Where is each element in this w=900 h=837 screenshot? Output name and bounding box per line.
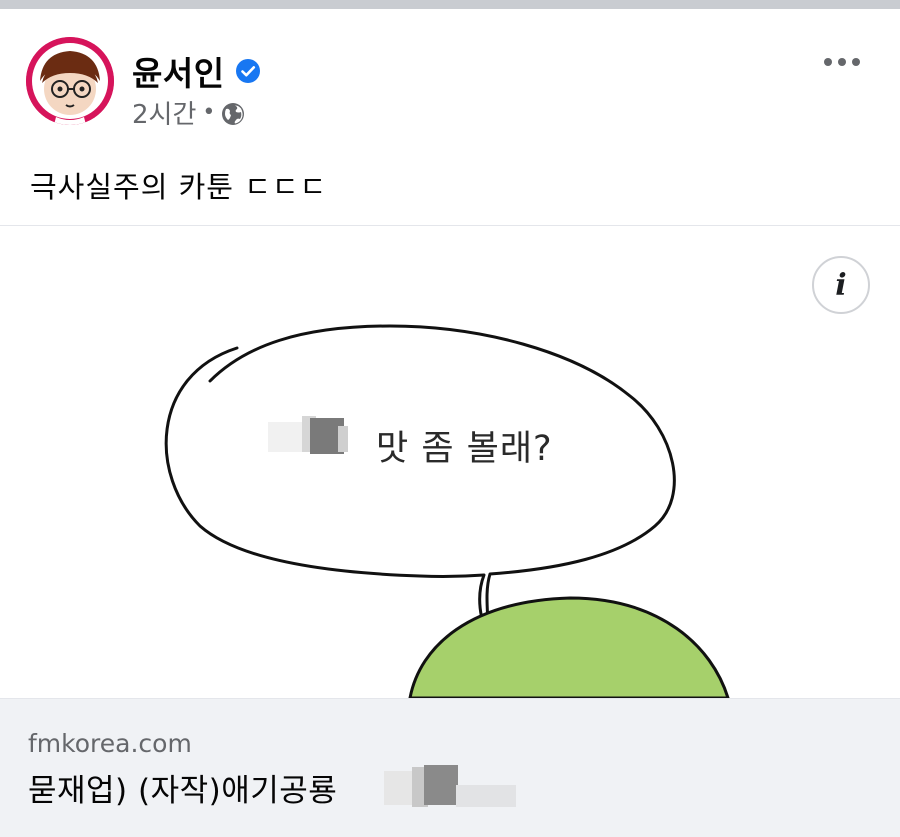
post-time[interactable]: 2시간 — [132, 94, 196, 131]
avatar-illustration — [26, 37, 114, 125]
top-strip — [0, 0, 900, 9]
info-icon: i — [835, 267, 847, 303]
more-options-icon — [824, 58, 860, 66]
post-meta: 2시간 • — [132, 94, 245, 131]
link-domain: fmkorea.com — [28, 729, 192, 758]
post-image[interactable]: 맛 좀 볼래? i — [0, 226, 900, 698]
speech-bubble-text: 맛 좀 볼래? — [376, 429, 553, 469]
meta-separator: • — [202, 100, 216, 125]
link-preview[interactable]: fmkorea.com 묻재업) (자작)애기공룡 — [0, 698, 900, 837]
post-header: 윤서인 2시간 • — [0, 9, 900, 139]
author-name[interactable]: 윤서인 — [132, 47, 225, 95]
more-options-button[interactable] — [820, 49, 864, 75]
globe-icon — [222, 102, 245, 125]
info-button[interactable]: i — [812, 256, 870, 314]
censor-blur — [384, 765, 516, 807]
post-caption: 극사실주의 카툰 ㄷㄷㄷ — [30, 170, 328, 204]
author-row: 윤서인 — [132, 47, 261, 95]
link-title: 묻재업) (자작)애기공룡 — [28, 773, 338, 809]
verified-badge-icon — [235, 59, 260, 83]
avatar[interactable] — [26, 37, 114, 125]
